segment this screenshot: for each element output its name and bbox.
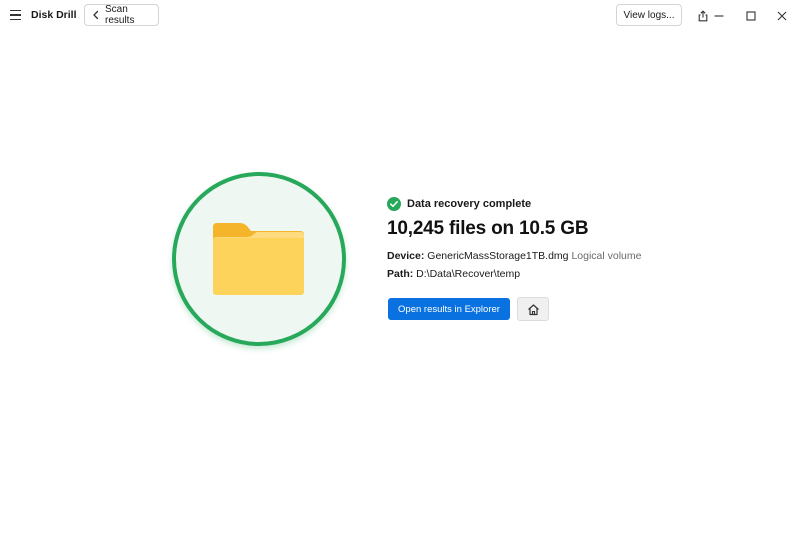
device-type: Logical volume: [571, 250, 642, 262]
disk-drill-window: Disk Drill Scan results View logs... Dat…: [0, 0, 800, 542]
folder-icon: [213, 223, 304, 295]
path-value: D:\Data\Recover\temp: [416, 268, 521, 280]
home-icon: [527, 303, 539, 315]
recovery-summary-headline: 10,245 files on 10.5 GB: [387, 218, 589, 239]
home-button[interactable]: [517, 297, 549, 321]
chevron-left-icon: [93, 10, 99, 20]
close-icon[interactable]: [772, 6, 792, 26]
title-bar: Disk Drill Scan results View logs...: [0, 0, 800, 32]
minimize-icon[interactable]: [709, 6, 729, 26]
device-value: GenericMassStorage1TB.dmg: [427, 250, 569, 262]
maximize-icon[interactable]: [741, 6, 761, 26]
status-text: Data recovery complete: [407, 198, 532, 210]
open-results-in-explorer-button[interactable]: Open results in Explorer: [388, 298, 510, 320]
app-title: Disk Drill: [31, 9, 77, 21]
path-label: Path:: [387, 268, 414, 280]
device-label: Device:: [387, 250, 425, 262]
check-circle-icon: [387, 197, 401, 211]
device-info: Device: GenericMassStorage1TB.dmg Logica…: [387, 250, 641, 262]
scan-results-back-button[interactable]: Scan results: [84, 4, 159, 26]
back-button-label: Scan results: [105, 4, 135, 26]
status-row: Data recovery complete: [387, 197, 531, 211]
hamburger-icon[interactable]: [8, 7, 24, 23]
path-info: Path: D:\Data\Recover\temp: [387, 268, 520, 280]
view-logs-button[interactable]: View logs...: [616, 4, 682, 26]
